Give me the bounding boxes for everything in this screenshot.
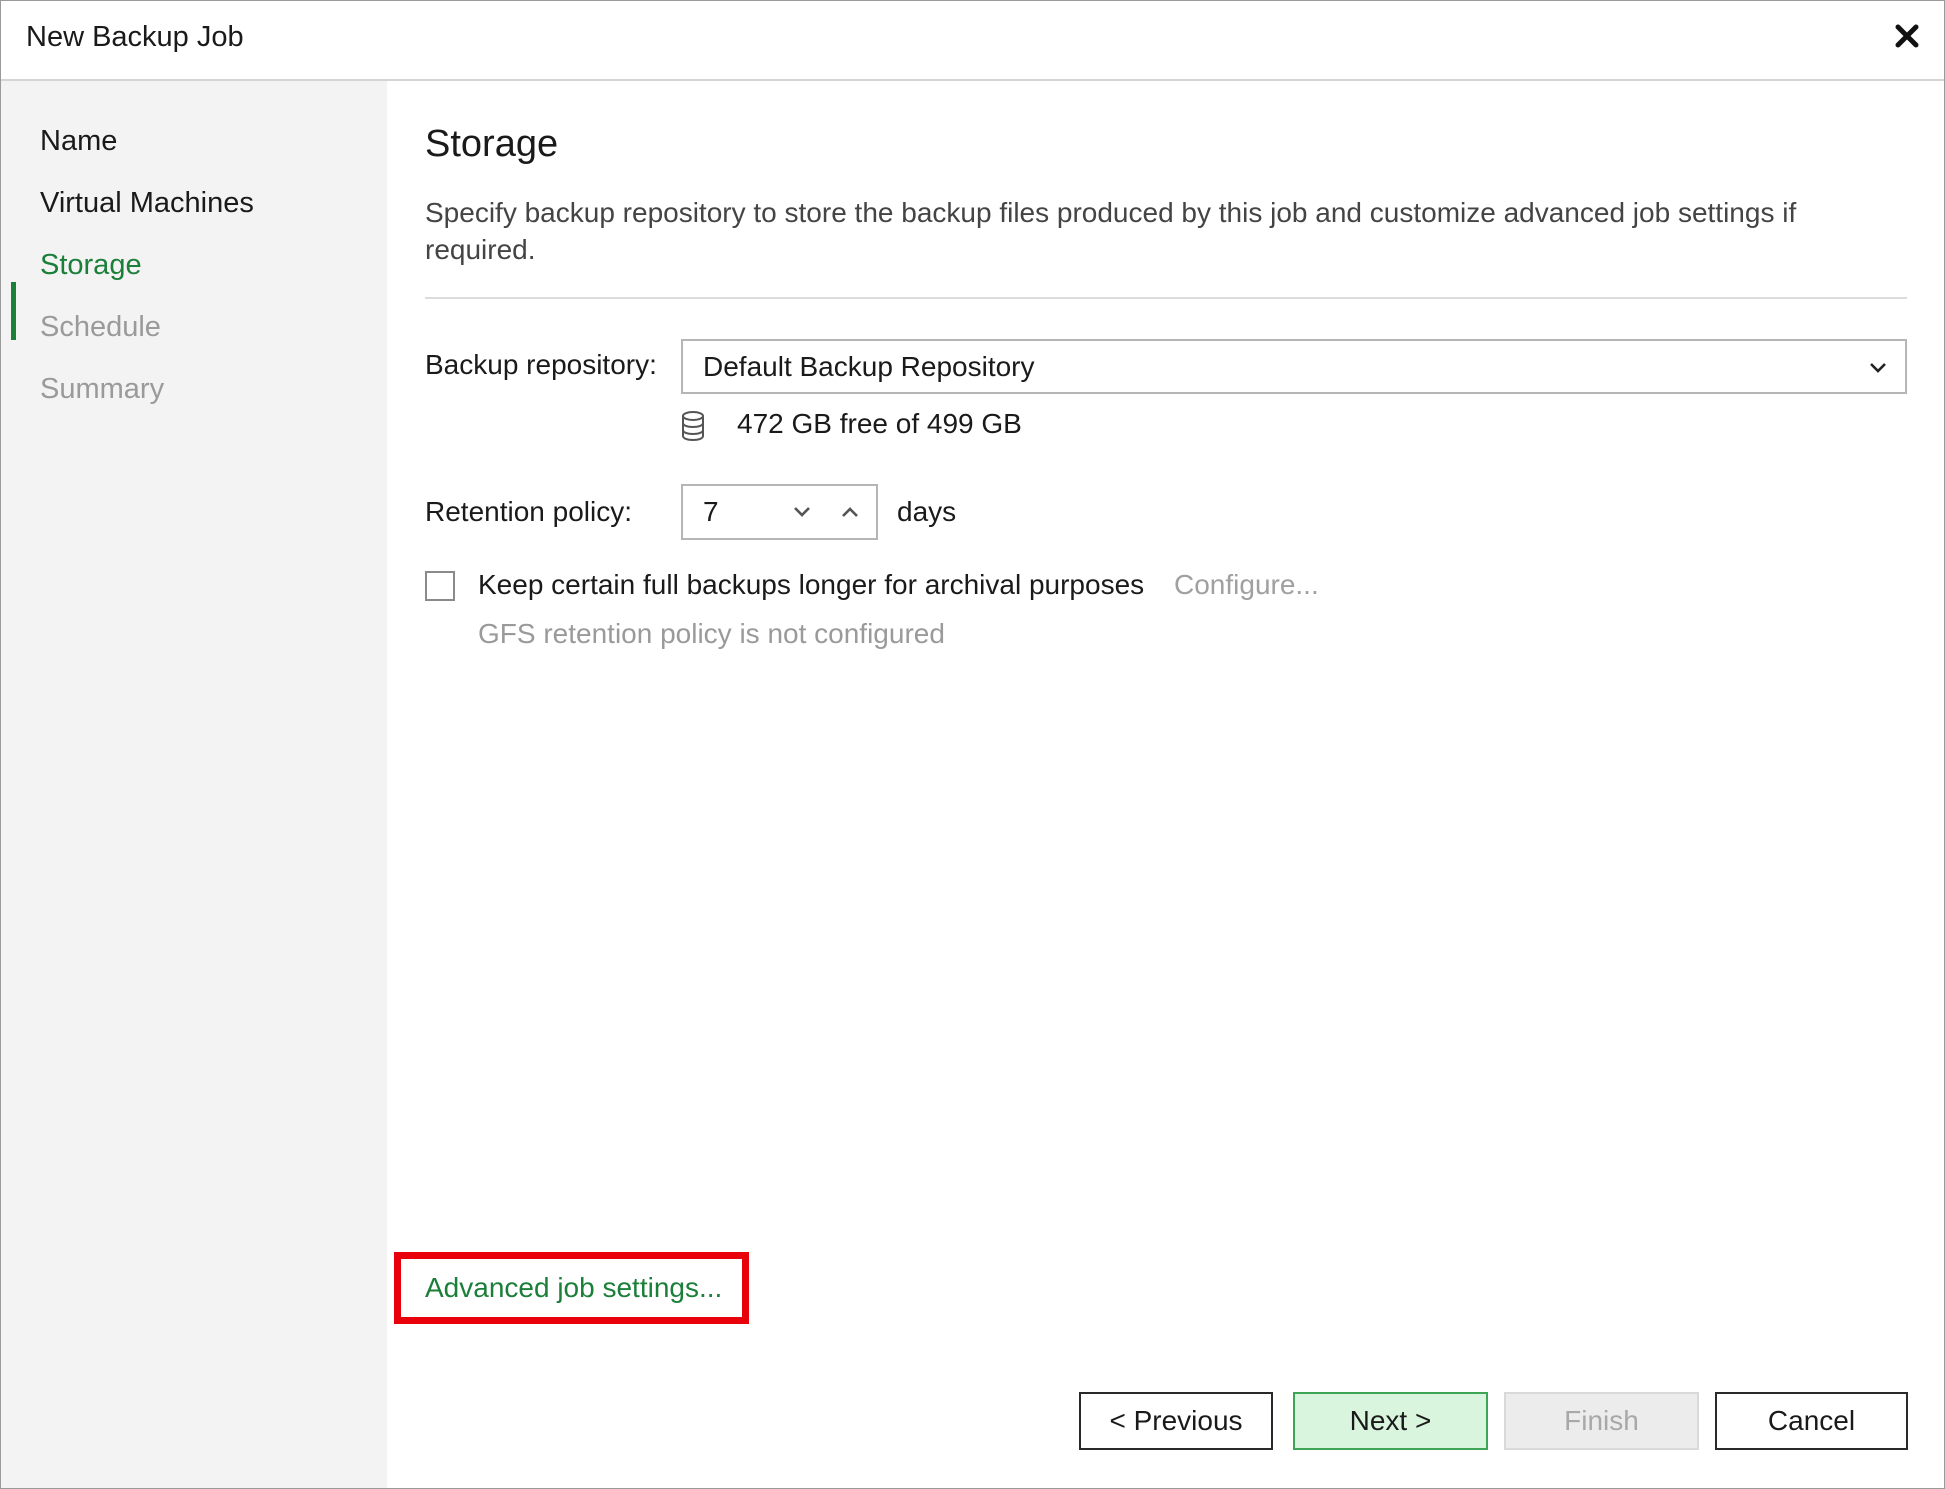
close-button[interactable] bbox=[1882, 11, 1932, 61]
gfs-configure-link[interactable]: Configure... bbox=[1174, 569, 1319, 601]
chevron-down-icon bbox=[1870, 363, 1886, 373]
retention-policy-label: Retention policy: bbox=[425, 496, 633, 527]
new-backup-job-dialog: New Backup Job Name Virtual Machines Sto… bbox=[0, 0, 1945, 1489]
storage-step-content: Storage Specify backup repository to sto… bbox=[387, 81, 1944, 1488]
page-title: Storage bbox=[425, 123, 559, 165]
advanced-job-settings-link[interactable]: Advanced job settings... bbox=[425, 1272, 722, 1304]
page-description: Specify backup repository to store the b… bbox=[425, 197, 1797, 265]
close-icon bbox=[1895, 24, 1919, 48]
gfs-checkbox[interactable] bbox=[425, 571, 455, 601]
retention-stepper[interactable]: 7 bbox=[681, 484, 878, 540]
next-button[interactable]: Next > bbox=[1293, 1392, 1488, 1450]
cancel-button[interactable]: Cancel bbox=[1715, 1392, 1908, 1450]
previous-button[interactable]: < Previous bbox=[1079, 1392, 1273, 1450]
chevron-up-icon[interactable] bbox=[837, 499, 863, 525]
backup-repository-dropdown[interactable]: Default Backup Repository bbox=[681, 339, 1907, 394]
step-virtual-machines[interactable]: Virtual Machines bbox=[40, 187, 254, 220]
title-bar: New Backup Job bbox=[1, 1, 1944, 81]
step-name[interactable]: Name bbox=[40, 125, 117, 158]
database-icon bbox=[682, 411, 704, 442]
backup-repository-value: Default Backup Repository bbox=[703, 351, 1035, 382]
step-summary[interactable]: Summary bbox=[40, 373, 164, 406]
gfs-checkbox-label[interactable]: Keep certain full backups longer for arc… bbox=[478, 569, 1144, 601]
step-schedule[interactable]: Schedule bbox=[40, 311, 161, 344]
header-divider bbox=[425, 297, 1907, 299]
chevron-down-icon[interactable] bbox=[789, 499, 815, 525]
active-step-indicator bbox=[11, 282, 16, 340]
retention-value: 7 bbox=[703, 496, 719, 527]
repository-free-space: 472 GB free of 499 GB bbox=[737, 408, 1022, 439]
step-storage[interactable]: Storage bbox=[40, 249, 142, 282]
window-title: New Backup Job bbox=[26, 21, 244, 53]
finish-button[interactable]: Finish bbox=[1504, 1392, 1699, 1450]
gfs-status-text: GFS retention policy is not configured bbox=[478, 618, 945, 649]
wizard-steps-sidebar: Name Virtual Machines Storage Schedule S… bbox=[1, 81, 387, 1488]
retention-unit: days bbox=[897, 496, 957, 527]
backup-repository-label: Backup repository: bbox=[425, 349, 657, 380]
